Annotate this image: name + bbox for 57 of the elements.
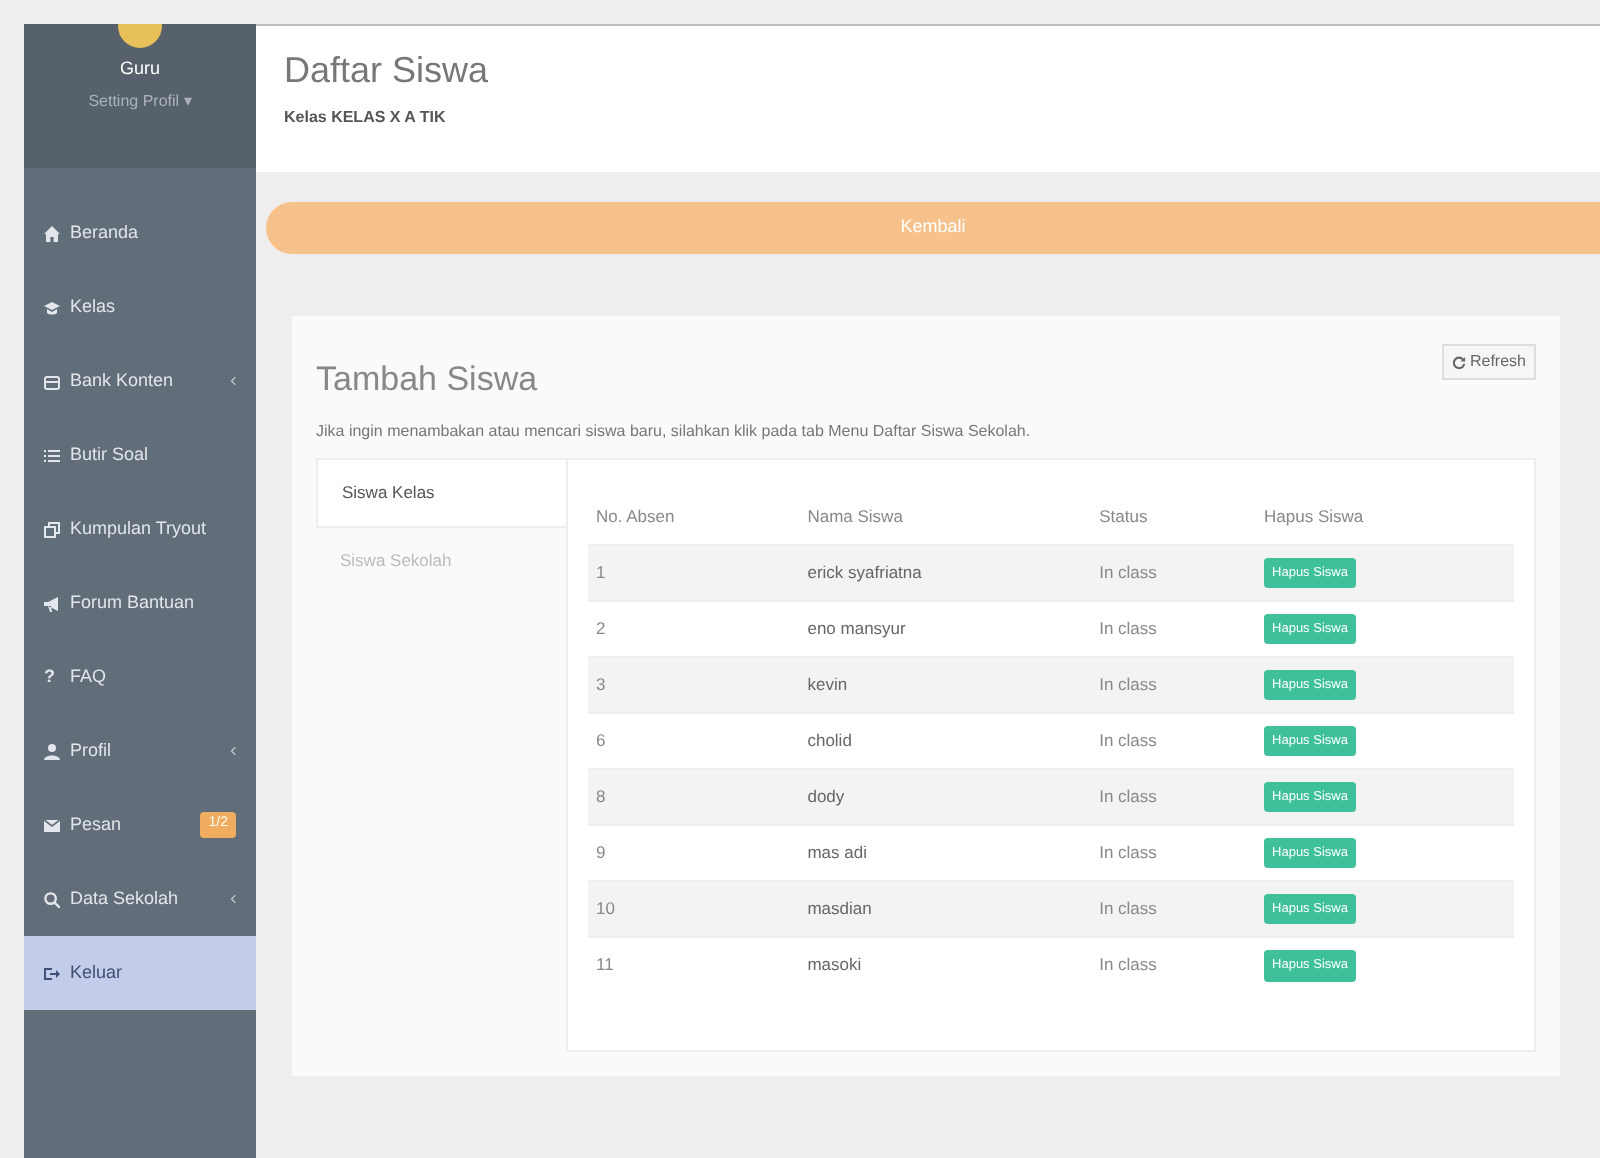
sidebar-item[interactable]: Kelas: [24, 270, 256, 344]
table-cell: masoki: [799, 936, 1092, 993]
column-header: No. Absen: [588, 488, 800, 545]
table-cell: dody: [799, 768, 1092, 825]
table-cell: In class: [1091, 712, 1257, 769]
megaphone-icon: [44, 595, 60, 611]
copy-icon: [44, 521, 60, 537]
sidebar-item[interactable]: ? FAQ: [24, 640, 256, 714]
envelope-icon: [44, 817, 60, 833]
table-cell: mas adi: [799, 824, 1092, 881]
table-cell: 10: [588, 880, 800, 937]
user-icon: [44, 743, 60, 759]
sidebar-item[interactable]: Keluar: [24, 936, 256, 1010]
table-cell: 3: [588, 656, 800, 713]
table-cell: In class: [1091, 936, 1257, 993]
table-cell: In class: [1091, 656, 1257, 713]
graduation-cap-icon: [44, 299, 60, 315]
table-cell: In class: [1091, 544, 1257, 601]
sidebar-item[interactable]: Bank Konten: [24, 344, 256, 418]
table-cell: kevin: [799, 656, 1092, 713]
tab[interactable]: Siswa Kelas: [316, 458, 566, 529]
table-cell: erick syafriatna: [799, 544, 1092, 601]
home-icon: [44, 225, 60, 241]
panel-title: Tambah Siswa: [316, 360, 538, 401]
table-cell: 11: [588, 936, 800, 993]
table-cell: In class: [1091, 768, 1257, 825]
sidebar-item[interactable]: Forum Bantuan: [24, 566, 256, 640]
profile-menu-link[interactable]: Setting Profil ▾: [88, 89, 192, 113]
column-header: Nama Siswa: [799, 488, 1092, 545]
table-cell: In class: [1091, 880, 1257, 937]
column-header: Status: [1091, 488, 1257, 545]
table-cell: 2: [588, 600, 800, 657]
search-icon: [44, 891, 60, 907]
table-cell: masdian: [799, 880, 1092, 937]
sidebar-item[interactable]: Kumpulan Tryout: [24, 492, 256, 566]
page-title: Daftar Siswa: [284, 50, 491, 94]
refresh-icon: [1451, 355, 1466, 369]
user-name: Guru: [119, 56, 160, 82]
sidebar-item[interactable]: Butir Soal: [24, 418, 256, 492]
table-cell: 6: [588, 712, 800, 769]
sidebar-item[interactable]: Profil: [24, 714, 256, 788]
table-cell: eno mansyur: [799, 600, 1092, 657]
column-header: Hapus Siswa: [1256, 488, 1514, 545]
table-cell: 9: [588, 824, 800, 881]
class-subtitle: Kelas KELAS X A TIK: [284, 105, 448, 130]
sign-out-icon: [44, 965, 60, 981]
table-cell: In class: [1091, 600, 1257, 657]
table-cell: 8: [588, 768, 800, 825]
refresh-button[interactable]: Refresh: [1441, 344, 1536, 380]
description: Jika ingin menambakan atau mencari siswa baru, silahkan klik pada tab Menu Daftar Siswa Sekolah.: [316, 420, 1033, 445]
table-cell: In class: [1091, 824, 1257, 881]
table-cell: 1: [588, 544, 800, 601]
sidebar-item[interactable]: Data Sekolah: [24, 862, 256, 936]
list-icon: [44, 447, 60, 463]
table-cell: cholid: [799, 712, 1092, 769]
sidebar-item[interactable]: Beranda: [24, 196, 256, 270]
box-icon: [44, 373, 60, 389]
